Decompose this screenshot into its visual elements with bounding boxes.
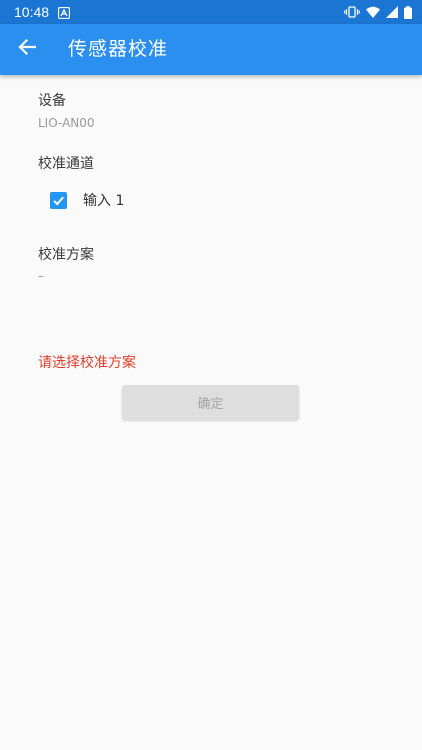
channel-label: 校准通道 <box>38 156 94 172</box>
status-icons <box>344 5 412 19</box>
status-bar: 10:48 <box>0 0 422 24</box>
app-notification-icon <box>57 6 71 20</box>
vibrate-icon <box>344 6 360 18</box>
battery-icon <box>404 5 412 19</box>
checkbox-checked-icon[interactable] <box>50 191 67 209</box>
cell-signal-icon <box>386 6 398 18</box>
back-button[interactable] <box>8 30 46 68</box>
device-label: 设备 <box>38 93 66 109</box>
channel-checkbox-input-1[interactable]: 输入 1 <box>50 190 124 210</box>
device-value: LIO-AN00 <box>38 116 95 130</box>
app-bar: 传感器校准 <box>0 24 422 75</box>
wifi-icon <box>366 6 380 18</box>
checkbox-label: 输入 1 <box>83 193 125 209</box>
page-title: 传感器校准 <box>68 38 169 60</box>
scheme-label: 校准方案 <box>38 247 94 263</box>
status-time: 10:48 <box>14 4 50 20</box>
confirm-button[interactable]: 确定 <box>122 385 299 420</box>
arrow-left-icon <box>18 38 37 60</box>
scheme-value[interactable]: – <box>38 268 44 284</box>
error-message: 请选择校准方案 <box>38 355 136 371</box>
